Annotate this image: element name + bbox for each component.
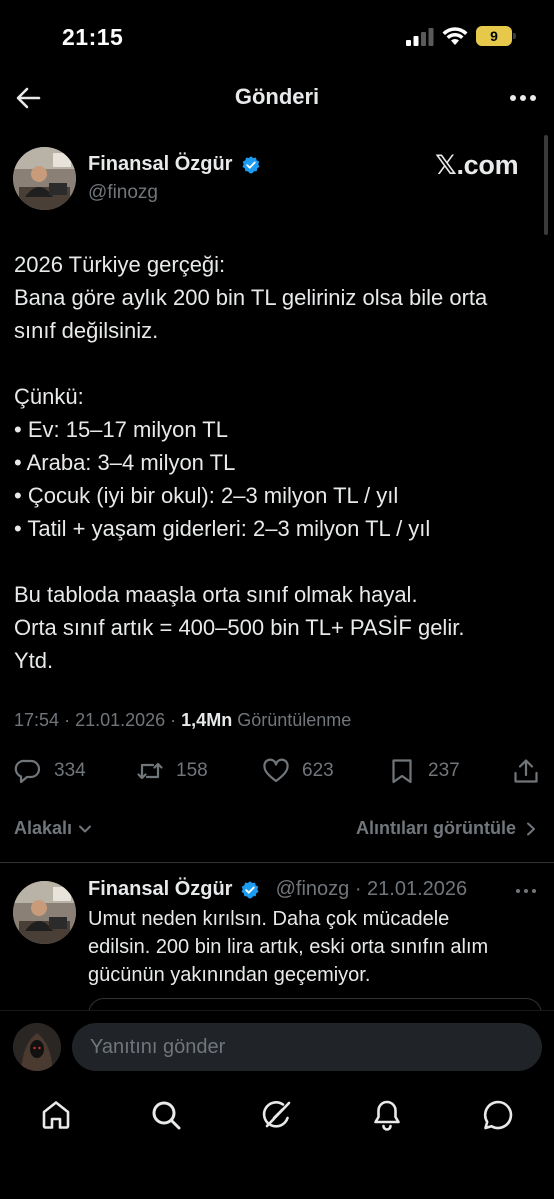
post-line: • Tatil + yaşam giderleri: 2–3 milyon TL… — [14, 516, 431, 541]
post-date: 21.01.2026 — [75, 710, 166, 730]
battery-text: 9 — [490, 28, 498, 44]
messages-icon[interactable] — [481, 1098, 515, 1132]
post-line-blank — [14, 347, 540, 380]
post-line: Ytd. — [14, 648, 54, 673]
view-quotes-link[interactable]: Alıntıları görüntüle — [356, 818, 538, 839]
verified-badge-icon — [242, 156, 260, 174]
author-name[interactable]: Finansal Özgür — [88, 153, 232, 176]
more-horizontal-icon[interactable] — [514, 882, 538, 900]
reply-composer: Yanıtını gönder — [0, 1010, 554, 1084]
post-line: 2026 Türkiye gerçeği: — [14, 252, 226, 277]
replies-sort-row: Alakalı Alıntıları görüntüle — [0, 812, 554, 848]
post-line: sınıf değilsiniz. — [14, 318, 159, 343]
view-quotes-label: Alıntıları görüntüle — [356, 818, 516, 838]
share-button[interactable] — [512, 750, 540, 792]
verified-badge-icon — [241, 881, 259, 899]
chevron-right-icon — [527, 822, 535, 835]
repost-icon — [137, 762, 163, 780]
notifications-icon[interactable] — [370, 1098, 404, 1132]
heart-icon — [263, 758, 289, 783]
post-line-blank — [14, 545, 540, 578]
reply-line: gücünün yakınından geçemiyor. — [88, 964, 371, 986]
sort-label: Alakalı — [14, 818, 73, 838]
repost-button[interactable]: 158 — [136, 750, 208, 792]
share-icon — [514, 759, 538, 783]
reply-header: Finansal Özgür @finozg · 21.01.2026 — [88, 878, 468, 900]
author-avatar[interactable] — [13, 147, 76, 210]
post-time: 17:54 — [14, 710, 60, 730]
chevron-down-icon — [79, 825, 92, 832]
reply-date: 21.01.2026 — [367, 878, 468, 900]
reply-button[interactable]: 334 — [14, 750, 86, 792]
post-line: Bu tabloda maaşla orta sınıf olmak hayal… — [14, 582, 418, 607]
home-icon[interactable] — [39, 1098, 73, 1132]
status-time: 21:15 — [62, 24, 124, 50]
reply-text: Umut neden kırılsın. Daha çok mücadele e… — [88, 905, 528, 989]
post-line: • Ev: 15–17 milyon TL — [14, 417, 228, 442]
post-line: • Çocuk (iyi bir okul): 2–3 milyon TL / … — [14, 483, 399, 508]
reply-icon — [14, 759, 41, 784]
post-line: Çünkü: — [14, 384, 84, 409]
reply-author-avatar[interactable] — [13, 881, 76, 944]
reply-line: edilsin. 200 bin lira artık, eski orta s… — [88, 936, 489, 958]
post-actions: 334 158 623 237 — [0, 750, 554, 792]
top-bar: Gönderi — [0, 72, 554, 124]
sort-relevance-button[interactable]: Alakalı — [14, 818, 94, 839]
battery-icon: 9 — [476, 26, 516, 46]
bookmark-icon — [392, 759, 412, 784]
scrollbar[interactable] — [544, 135, 548, 235]
user-avatar[interactable] — [13, 1023, 61, 1071]
post-line: • Araba: 3–4 milyon TL — [14, 450, 236, 475]
post-line: Bana göre aylık 200 bin TL geliriniz ols… — [14, 285, 488, 310]
wifi-icon — [442, 27, 468, 45]
cellular-signal-icon — [406, 28, 434, 46]
bookmark-button[interactable]: 237 — [388, 750, 460, 792]
reply-line: Umut neden kırılsın. Daha çok mücadele — [88, 908, 450, 930]
author-handle[interactable]: @finozg — [88, 182, 158, 204]
reply-author-handle[interactable]: @finozg — [276, 878, 350, 900]
post-meta: 17:54 · 21.01.2026 · 1,4Mn Görüntülenme — [14, 710, 352, 730]
status-bar: 21:15 9 — [0, 0, 554, 72]
bottom-nav — [0, 1084, 554, 1154]
divider — [0, 862, 554, 863]
views-count[interactable]: 1,4Mn — [181, 710, 232, 730]
bookmark-count: 237 — [428, 760, 460, 781]
views-label: Görüntülenme — [237, 710, 352, 730]
page-title: Gönderi — [234, 84, 320, 109]
x-com-logo: 𝕏.com — [435, 150, 519, 180]
grok-icon[interactable] — [259, 1098, 293, 1132]
more-horizontal-icon[interactable] — [508, 84, 538, 112]
reply-author-name[interactable]: Finansal Özgür — [88, 878, 232, 900]
like-count: 623 — [302, 760, 334, 781]
post-text: 2026 Türkiye gerçeği: Bana göre aylık 20… — [14, 248, 540, 677]
repost-count: 158 — [176, 760, 208, 781]
search-icon[interactable] — [149, 1098, 183, 1132]
reply-input[interactable]: Yanıtını gönder — [72, 1023, 542, 1071]
post-line: Orta sınıf artık = 400–500 bin TL+ PASİF… — [14, 615, 465, 640]
reply-count: 334 — [54, 760, 86, 781]
like-button[interactable]: 623 — [262, 750, 334, 792]
